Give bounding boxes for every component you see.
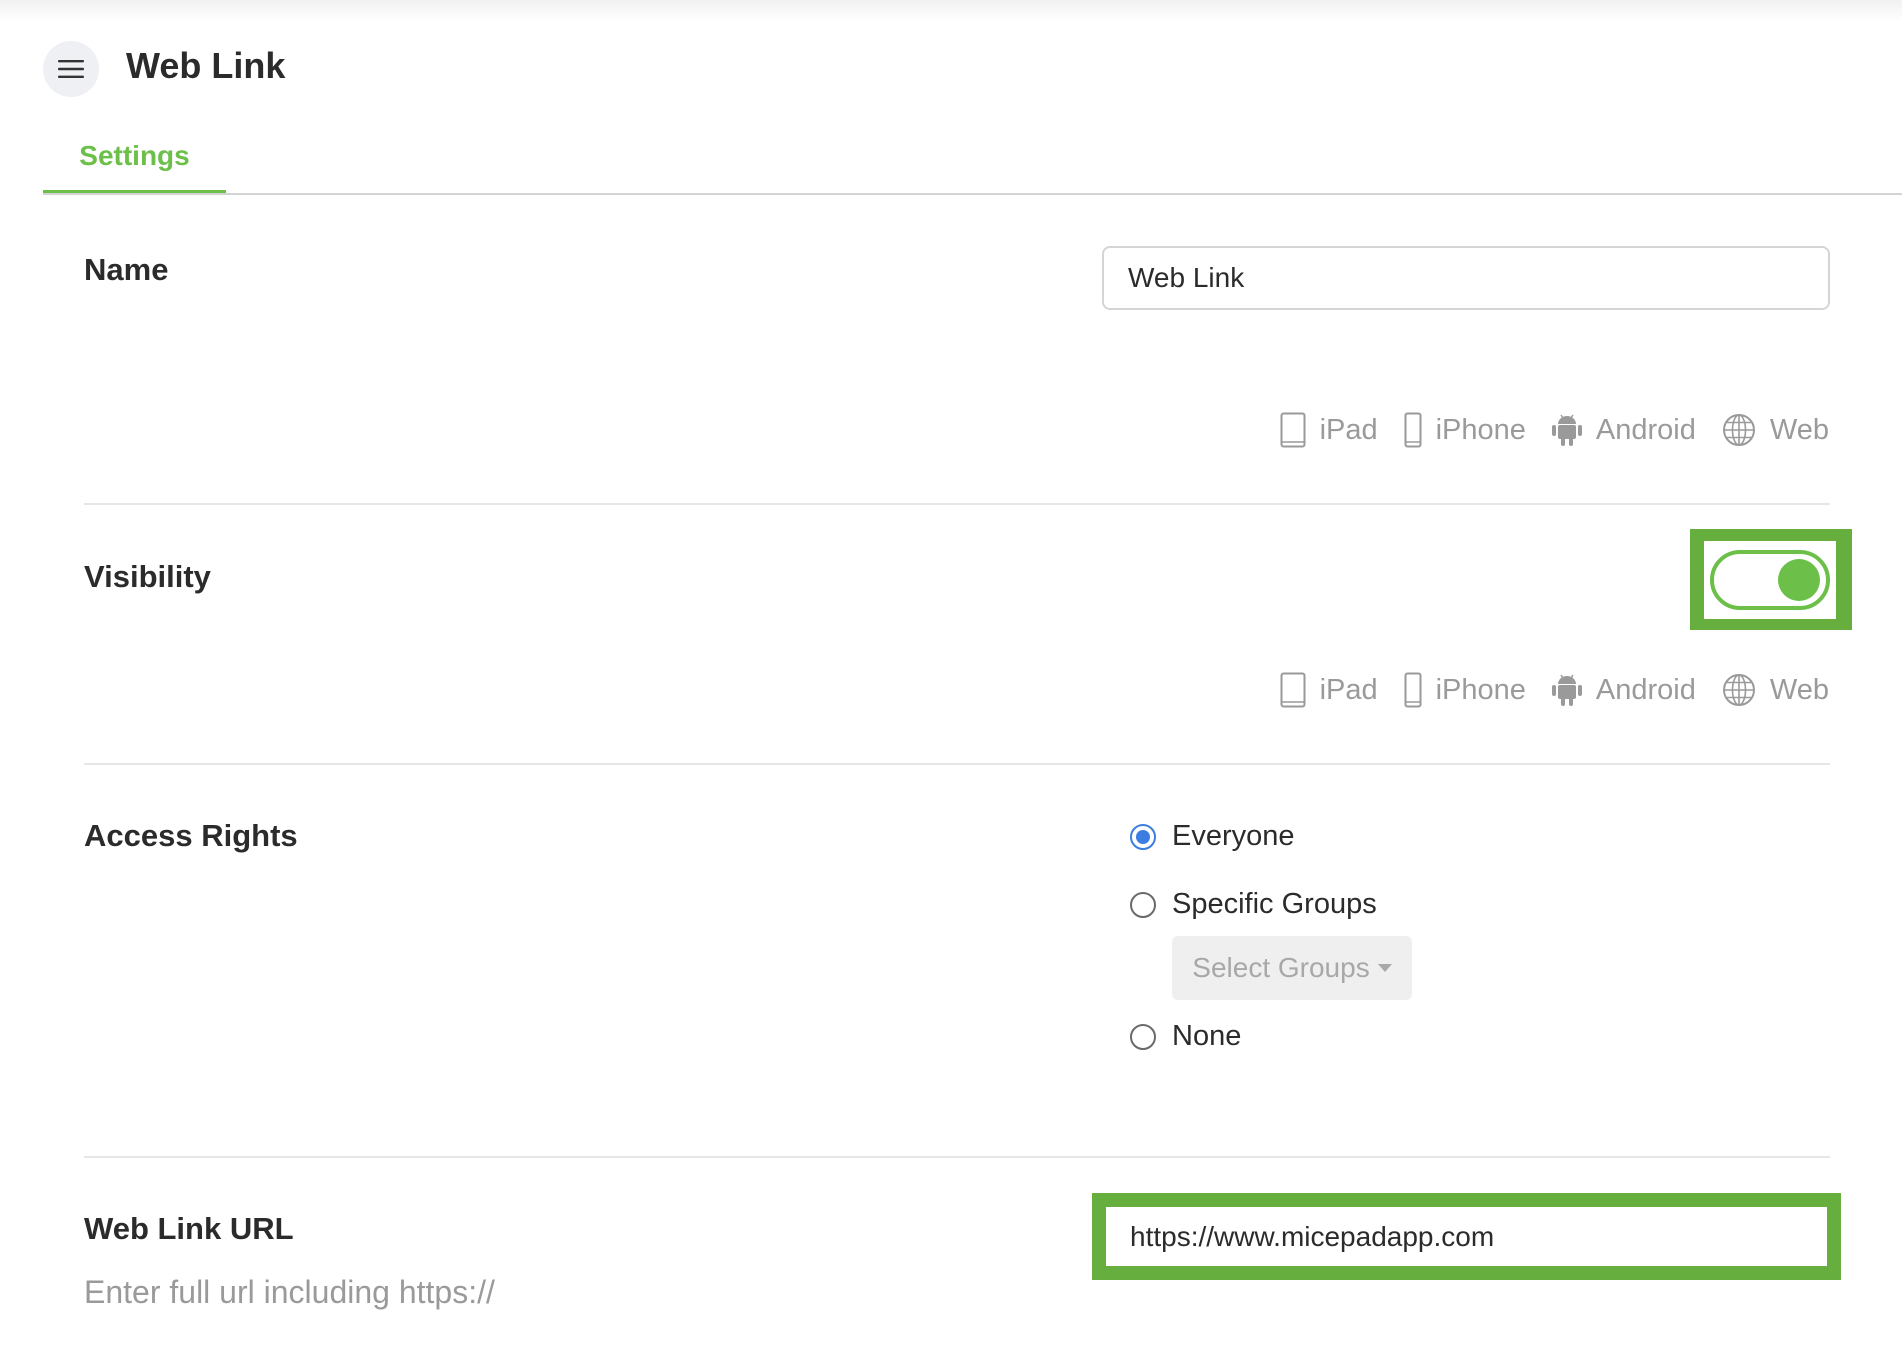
platform-iphone-label: iPhone [1435, 673, 1526, 706]
platform-iphone-label: iPhone [1435, 413, 1526, 446]
platform-ipad[interactable]: iPad [1280, 412, 1378, 448]
web-link-url-field[interactable]: https://www.micepadapp.com [1106, 1207, 1827, 1266]
page-title: Web Link [126, 45, 286, 86]
radio-none-circle[interactable] [1130, 1023, 1156, 1050]
platform-ipad[interactable]: iPad [1280, 672, 1378, 708]
select-groups-dropdown[interactable]: Select Groups [1172, 936, 1412, 1000]
platform-web[interactable]: Web [1722, 413, 1829, 447]
platform-iphone[interactable]: iPhone [1404, 412, 1526, 448]
platform-android-label: Android [1595, 413, 1696, 446]
globe-icon [1722, 414, 1755, 446]
radio-specific-groups-circle[interactable] [1130, 891, 1156, 918]
platform-android[interactable]: Android [1551, 673, 1696, 707]
iphone-icon [1404, 412, 1422, 448]
platform-android-label: Android [1595, 673, 1696, 706]
globe-icon [1722, 674, 1755, 706]
platform-web-label: Web [1769, 673, 1829, 706]
visibility-label: Visibility [84, 559, 211, 594]
tab-settings-label: Settings [79, 140, 190, 171]
radio-everyone-circle[interactable] [1130, 823, 1156, 850]
name-field[interactable]: Web Link [1102, 246, 1830, 310]
ipad-icon [1280, 672, 1306, 708]
visibility-toggle[interactable] [1710, 550, 1830, 610]
iphone-icon [1404, 672, 1422, 708]
hamburger-lines [58, 60, 84, 78]
access-rights-label: Access Rights [84, 818, 298, 853]
name-label: Name [84, 252, 169, 287]
platform-web-label: Web [1769, 413, 1829, 446]
tab-settings[interactable]: Settings [43, 136, 226, 194]
platform-android[interactable]: Android [1551, 413, 1696, 447]
radio-none[interactable]: None [1130, 1020, 1241, 1053]
toggle-knob [1778, 559, 1820, 601]
radio-none-label: None [1172, 1020, 1242, 1052]
hamburger-menu-icon[interactable] [43, 41, 99, 97]
toggle-wrapper [1704, 541, 1836, 619]
section-divider [84, 1156, 1830, 1158]
radio-everyone-label: Everyone [1172, 820, 1295, 852]
web-link-url-label: Web Link URL [84, 1211, 294, 1246]
platform-iphone[interactable]: iPhone [1404, 672, 1526, 708]
android-icon [1551, 414, 1582, 446]
top-shadow [0, 0, 1902, 22]
radio-specific-groups[interactable]: Specific Groups [1130, 888, 1377, 921]
section-divider [84, 763, 1830, 765]
platform-ipad-label: iPad [1319, 413, 1378, 446]
visibility-platforms: iPad iPhone Android Web [1280, 672, 1829, 708]
name-field-value: Web Link [1128, 262, 1245, 293]
ipad-icon [1280, 412, 1306, 448]
platform-web[interactable]: Web [1722, 673, 1829, 707]
web-link-url-value: https://www.micepadapp.com [1130, 1220, 1495, 1252]
radio-everyone[interactable]: Everyone [1130, 820, 1295, 853]
select-groups-label: Select Groups [1192, 952, 1370, 983]
platform-ipad-label: iPad [1319, 673, 1378, 706]
section-divider [84, 503, 1830, 505]
web-link-url-hint: Enter full url including https:// [84, 1274, 495, 1310]
name-platforms: iPad iPhone Android Web [1280, 412, 1829, 448]
tab-bar-divider [43, 193, 1902, 195]
caret-down-icon [1377, 964, 1392, 972]
android-icon [1551, 674, 1582, 706]
radio-specific-groups-label: Specific Groups [1172, 888, 1377, 920]
